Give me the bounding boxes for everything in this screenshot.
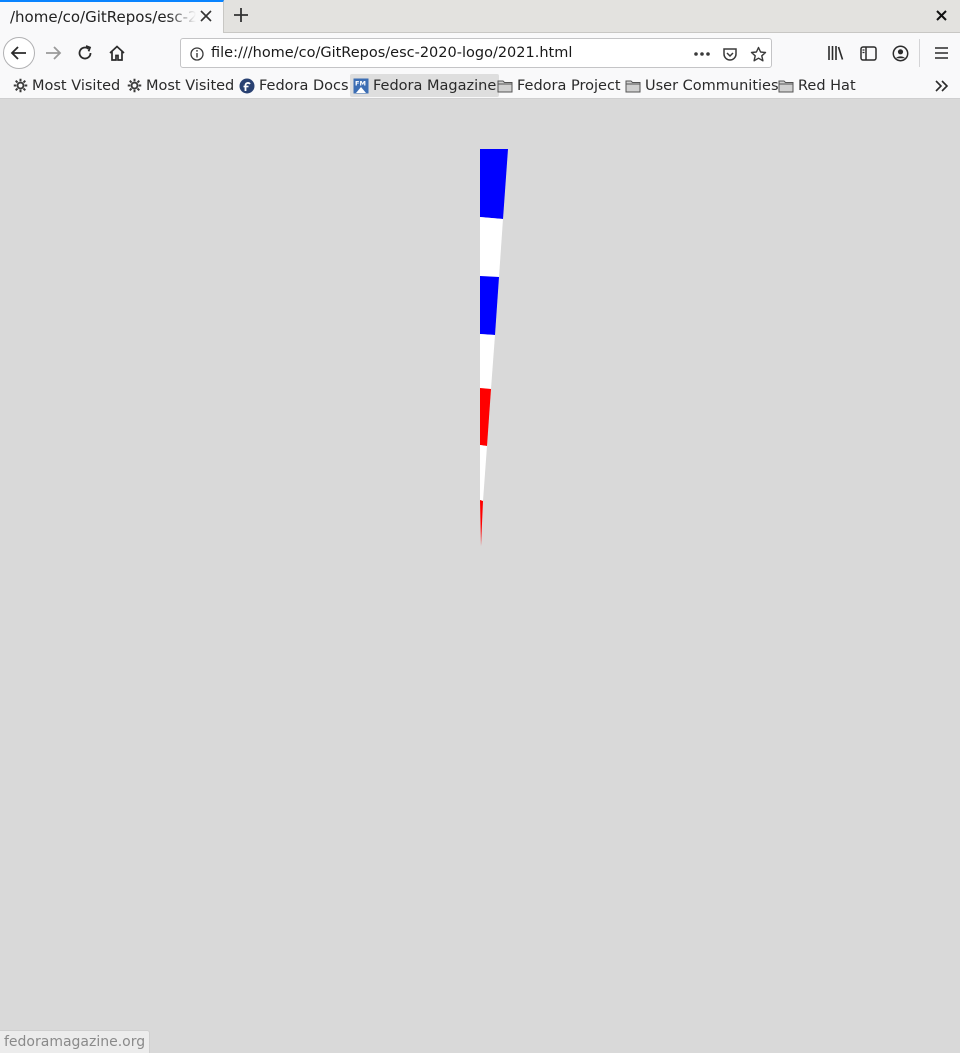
close-icon — [935, 10, 947, 21]
bookmark-label: Fedora Project — [517, 77, 621, 94]
logo-stripe-blue-1 — [480, 149, 508, 219]
back-button[interactable] — [3, 37, 35, 69]
logo-stripe-blue-2 — [480, 276, 499, 335]
bookmark-most-visited-2[interactable]: Most Visited — [123, 74, 237, 97]
sidebar-icon — [859, 45, 877, 61]
url-bar[interactable]: file:///home/co/GitRepos/esc-2020-logo/2… — [180, 38, 772, 68]
window-close-button[interactable] — [932, 6, 950, 26]
bookmark-folder-fedora-project[interactable]: Fedora Project — [494, 74, 624, 97]
arrow-left-icon — [10, 46, 26, 60]
navigation-toolbar: file:///home/co/GitRepos/esc-2020-logo/2… — [0, 33, 960, 73]
bookmarks-toolbar: Most Visited Most Visited Fedora Docs FM… — [0, 73, 960, 99]
bookmark-fedora-magazine[interactable]: FM Fedora Magazine — [350, 74, 500, 97]
star-bookmark-icon[interactable] — [747, 43, 769, 65]
active-tab[interactable]: /home/co/GitRepos/esc-2020-logo/2021.htm… — [0, 0, 224, 33]
toolbar-divider — [919, 39, 920, 67]
page-content — [0, 99, 960, 1053]
logo-stripe-white-3 — [480, 445, 487, 501]
chevron-double-right-icon — [935, 80, 949, 92]
bookmark-label: Red Hat — [798, 77, 856, 94]
folder-icon — [778, 78, 794, 94]
library-icon — [828, 46, 844, 60]
svg-text:FM: FM — [355, 79, 366, 87]
plus-icon — [234, 8, 248, 22]
tab-title: /home/co/GitRepos/esc-2020-logo/2021.htm… — [10, 8, 196, 26]
new-tab-button[interactable] — [228, 3, 254, 29]
logo-stripe-white-1 — [480, 217, 503, 277]
reload-button[interactable] — [69, 37, 101, 69]
logo-stripe-red-1 — [480, 388, 491, 446]
bookmark-fedora-docs[interactable]: Fedora Docs — [236, 74, 352, 97]
account-icon — [892, 45, 908, 61]
bookmarks-overflow-button[interactable] — [932, 76, 952, 96]
bookmark-folder-red-hat[interactable]: Red Hat — [775, 74, 859, 97]
fedora-magazine-icon: FM — [353, 78, 369, 94]
arrow-right-icon — [46, 46, 62, 60]
url-text[interactable]: file:///home/co/GitRepos/esc-2020-logo/2… — [211, 45, 572, 61]
bookmark-label: Most Visited — [146, 77, 235, 94]
gear-icon — [126, 78, 142, 94]
bookmark-label: Fedora Magazine — [373, 77, 497, 94]
page-actions-icon[interactable] — [691, 43, 713, 65]
tab-strip: /home/co/GitRepos/esc-2020-logo/2021.htm… — [0, 0, 960, 33]
menu-button[interactable] — [925, 37, 957, 69]
account-button[interactable] — [884, 37, 916, 69]
pocket-icon[interactable] — [719, 43, 741, 65]
bookmark-folder-user-communities[interactable]: User Communities — [622, 74, 782, 97]
tab-close-icon[interactable] — [197, 7, 215, 27]
bookmark-label: User Communities — [645, 77, 779, 94]
browser-window: /home/co/GitRepos/esc-2020-logo/2021.htm… — [0, 0, 960, 1053]
close-icon — [200, 10, 212, 22]
status-bar: fedoramagazine.org — [0, 1030, 151, 1053]
hamburger-menu-icon — [934, 47, 948, 59]
home-icon — [109, 45, 125, 61]
logo-stripe-white-2 — [480, 334, 495, 389]
reload-icon — [78, 45, 92, 60]
gear-icon — [12, 78, 28, 94]
folder-icon — [497, 78, 513, 94]
forward-button[interactable] — [37, 37, 69, 69]
folder-icon — [625, 78, 641, 94]
logo-stripe-red-2 — [480, 500, 483, 546]
sidebar-button[interactable] — [852, 37, 884, 69]
bookmark-label: Most Visited — [32, 77, 121, 94]
info-icon[interactable] — [186, 43, 208, 65]
striped-logo-graphic — [480, 149, 508, 546]
bookmark-most-visited-1[interactable]: Most Visited — [9, 74, 123, 97]
bookmark-label: Fedora Docs — [259, 77, 349, 94]
home-button[interactable] — [101, 37, 133, 69]
library-button[interactable] — [820, 37, 852, 69]
fedora-icon — [239, 78, 255, 94]
